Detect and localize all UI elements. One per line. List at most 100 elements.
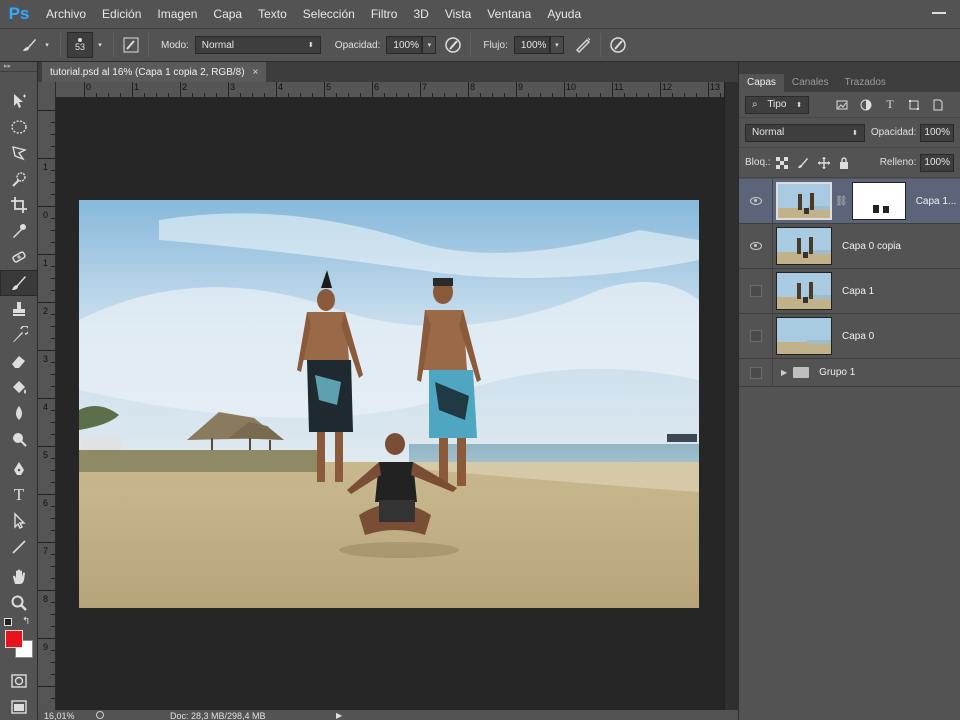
document-tab[interactable]: tutorial.psd al 16% (Capa 1 copia 2, RGB… [42,62,267,82]
filter-smart-object-icon[interactable] [929,96,947,114]
dodge-tool-icon[interactable] [0,426,38,452]
brush-tool-icon[interactable] [0,270,38,296]
link-icon[interactable]: ⛓ [835,196,848,207]
blend-mode-select[interactable]: Normal ⬍ [745,123,865,142]
layer-name[interactable]: Capa 0 [842,331,874,342]
layer-visibility-toggle[interactable] [739,314,773,358]
lock-all-icon[interactable] [837,154,852,172]
zoom-tool-icon[interactable] [0,590,38,616]
filter-kind-select[interactable]: ⌕ Tipo ⬍ [745,95,809,114]
menu-item[interactable]: Imagen [149,0,205,28]
elliptical-marquee-tool-icon[interactable] [0,114,38,140]
pen-tool-icon[interactable] [0,456,38,482]
hand-tool-icon[interactable] [0,564,38,590]
panel-header[interactable] [739,62,960,74]
quick-selection-tool-icon[interactable] [0,166,38,192]
airbrush-icon[interactable] [572,34,594,56]
layer-mask-thumbnail[interactable] [851,182,906,220]
layer-thumbnail[interactable] [776,272,832,310]
group-name[interactable]: Grupo 1 [819,367,855,378]
vertical-ruler[interactable]: 1 0 1 2 3 4 5 6 7 8 9 [38,82,56,712]
healing-brush-tool-icon[interactable] [0,244,38,270]
paint-bucket-tool-icon[interactable] [0,374,38,400]
pressure-opacity-icon[interactable] [442,34,464,56]
opacity-dropdown[interactable]: ▾ [422,36,437,54]
menu-item[interactable]: Filtro [363,0,406,28]
brush-size-preview[interactable]: 53 [67,32,93,58]
panel-tab[interactable]: Canales [784,74,837,92]
layer-opacity-input[interactable]: 100% [920,123,954,142]
menu-item[interactable]: 3D [405,0,436,28]
history-brush-tool-icon[interactable] [0,322,38,348]
path-selection-tool-icon[interactable] [0,508,38,534]
layer-thumbnail[interactable] [776,227,832,265]
zoom-level[interactable]: 16,01% [44,711,75,720]
pressure-size-icon[interactable] [607,34,629,56]
layer-visibility-toggle[interactable] [739,179,773,223]
move-tool-icon[interactable] [0,88,38,114]
menu-item[interactable]: Ventana [479,0,539,28]
canvas-area[interactable] [56,98,724,710]
foreground-color-swatch[interactable] [5,630,23,648]
layer-visibility-toggle[interactable] [739,269,773,313]
layer-visibility-toggle[interactable] [739,224,773,268]
swap-colors-icon[interactable]: ↰ [22,616,30,627]
layer-group-row[interactable]: ▶ Grupo 1 [739,359,960,387]
filter-type-icon[interactable]: T [881,96,899,114]
layer-row[interactable]: ⛓ Capa 1... [739,179,960,224]
lock-transparent-pixels-icon[interactable] [775,154,790,172]
blur-tool-icon[interactable] [0,400,38,426]
menu-item[interactable]: Texto [250,0,295,28]
menu-item[interactable]: Ayuda [539,0,589,28]
menu-item[interactable]: Vista [437,0,479,28]
horizontal-ruler[interactable]: 0 1 2 3 4 5 6 7 8 9 10 11 12 13 [56,82,724,98]
close-icon[interactable]: × [253,67,259,78]
brush-tool-icon[interactable] [18,34,40,56]
layer-visibility-toggle[interactable] [739,359,773,386]
layer-name[interactable]: Capa 1... [916,196,957,207]
toolbar-grip[interactable]: ▸▸ [0,62,37,72]
layer-name[interactable]: Capa 0 copia [842,241,901,252]
status-info-icon[interactable] [96,711,104,719]
menu-item[interactable]: Edición [94,0,149,28]
filter-pixel-icon[interactable] [833,96,851,114]
layer-row[interactable]: Capa 0 copia [739,224,960,269]
layer-name[interactable]: Capa 1 [842,286,874,297]
quick-mask-icon[interactable] [0,668,38,694]
lock-position-icon[interactable] [816,154,831,172]
panel-tab[interactable]: Trazados [837,74,894,92]
layer-thumbnail[interactable] [776,182,832,220]
fill-input[interactable]: 100% [920,153,954,172]
panel-tab[interactable]: Capas [739,74,784,92]
filter-adjustment-icon[interactable] [857,96,875,114]
status-menu-arrow-icon[interactable]: ▶ [336,711,342,720]
menu-item[interactable]: Capa [205,0,250,28]
document-image[interactable] [79,200,699,608]
vertical-scrollbar[interactable] [724,82,738,712]
layer-thumbnail[interactable] [776,317,832,355]
crop-tool-icon[interactable] [0,192,38,218]
lasso-tool-icon[interactable] [0,140,38,166]
eyedropper-tool-icon[interactable] [0,218,38,244]
brush-picker-dropdown[interactable]: ▾ [93,36,107,54]
flow-dropdown[interactable]: ▾ [549,36,564,54]
lock-image-pixels-icon[interactable] [795,154,810,172]
layer-row[interactable]: Capa 1 [739,269,960,314]
clone-stamp-tool-icon[interactable] [0,296,38,322]
brush-panel-icon[interactable] [120,34,142,56]
opacity-input[interactable]: 100% [386,36,423,54]
eraser-tool-icon[interactable] [0,348,38,374]
type-tool-icon[interactable]: T [0,482,38,508]
flow-input[interactable]: 100% [513,36,550,54]
expand-triangle-icon[interactable]: ▶ [781,368,787,377]
menu-item[interactable]: Archivo [38,0,94,28]
default-colors-icon[interactable] [4,618,12,626]
screen-mode-icon[interactable] [0,694,38,720]
line-tool-icon[interactable] [0,534,38,560]
minimize-icon[interactable] [932,4,946,14]
menu-item[interactable]: Selección [295,0,363,28]
mode-select[interactable]: Normal ⬍ [194,36,321,54]
filter-shape-icon[interactable] [905,96,923,114]
layer-row[interactable]: Capa 0 [739,314,960,359]
tool-preset-dropdown[interactable]: ▾ [40,36,54,54]
